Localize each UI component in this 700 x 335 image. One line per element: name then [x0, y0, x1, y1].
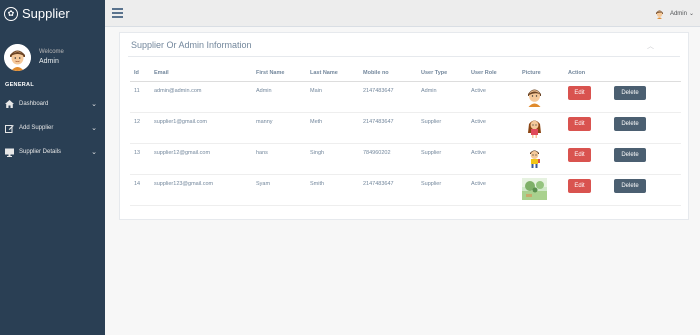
cell-last-name: Main [306, 81, 359, 113]
boy-avatar [528, 89, 541, 107]
profile-name: Admin [39, 58, 59, 65]
cell-first-name: Admin [252, 81, 306, 113]
edit-icon [5, 124, 14, 133]
sidebar-item-label: Add Supplier [19, 125, 54, 131]
profile: Welcome Admin [0, 36, 105, 78]
delete-button[interactable]: Delete [614, 116, 646, 131]
cell-mobile: 784960202 [359, 143, 417, 175]
cell-user-role: Active [467, 81, 518, 113]
cell-action-edit: Edit [564, 112, 610, 144]
delete-button[interactable]: Delete [614, 147, 646, 162]
edit-button[interactable]: Edit [568, 85, 591, 100]
cell-action-delete: Delete [610, 81, 681, 113]
landscape-photo [522, 177, 547, 200]
chevron-down-icon: ⌄ [91, 101, 97, 108]
desktop-icon [5, 148, 14, 157]
column-header: Email [150, 65, 252, 82]
welcome-text: Welcome [39, 49, 64, 55]
column-header: Mobile no [359, 65, 417, 82]
cell-user-type: Admin [417, 81, 467, 113]
chevron-up-icon[interactable]: ︿ [647, 41, 654, 51]
cell-mobile: 2147483647 [359, 81, 417, 113]
cell-id: 13 [130, 143, 150, 175]
cell-mobile: 2147483647 [359, 174, 417, 206]
table-row: 13 supplier12@gmail.com hans Singh 78496… [130, 143, 681, 175]
cell-action-edit: Edit [564, 174, 610, 206]
brand-title: Supplier [22, 6, 70, 21]
sidebar-item-label: Dashboard [19, 101, 49, 107]
sidebar-item-supplier-details[interactable]: Supplier Details ⌄ [0, 140, 105, 164]
section-label-general: GENERAL [5, 82, 34, 88]
cell-picture [518, 174, 564, 206]
table-row: 11 admin@admin.com Admin Main 2147483647… [130, 81, 681, 113]
divider [128, 56, 680, 57]
sidebar-item-dashboard[interactable]: Dashboard ⌄ [0, 92, 105, 116]
column-header: Last Name [306, 65, 359, 82]
cell-id: 14 [130, 174, 150, 206]
cell-action-delete: Delete [610, 174, 681, 206]
edit-button[interactable]: Edit [568, 178, 591, 193]
table-row: 12 supplier1@gmail.com mannу Meth 214748… [130, 112, 681, 144]
brand[interactable]: ✿ Supplier [0, 0, 105, 27]
cell-user-type: Supplier [417, 143, 467, 175]
cell-action-delete: Delete [610, 112, 681, 144]
table-row: 14 supplier123@gmail.com Syam Smith 2147… [130, 174, 681, 206]
column-header: User Type [417, 65, 467, 82]
delete-button[interactable]: Delete [614, 85, 646, 100]
cell-action-delete: Delete [610, 143, 681, 175]
cell-last-name: Smith [306, 174, 359, 206]
edit-button[interactable]: Edit [568, 147, 591, 162]
cell-email: supplier1@gmail.com [150, 112, 252, 144]
sidebar-item-add-supplier[interactable]: Add Supplier ⌄ [0, 116, 105, 140]
column-header: Id [130, 65, 150, 82]
cell-user-role: Active [467, 143, 518, 175]
supplier-table: Id Email First Name Last Name Mobile no … [130, 65, 681, 206]
cell-mobile: 2147483647 [359, 112, 417, 144]
paw-icon: ✿ [4, 6, 18, 21]
cell-action-edit: Edit [564, 143, 610, 175]
delete-button[interactable]: Delete [614, 178, 646, 193]
chevron-down-icon: ⌄ [688, 11, 694, 17]
cell-user-role: Active [467, 174, 518, 206]
avatar [4, 43, 31, 71]
user-menu[interactable]: Admin ⌄ [654, 8, 694, 19]
info-panel: Supplier Or Admin Information ︿ Id Email… [119, 32, 689, 220]
cell-user-type: Supplier [417, 174, 467, 206]
chevron-down-icon: ⌄ [91, 125, 97, 132]
user-menu-label: Admin [669, 10, 687, 17]
column-header: Action [564, 65, 610, 82]
cell-first-name: mannу [252, 112, 306, 144]
cell-user-role: Active [467, 112, 518, 144]
menu-toggle-icon[interactable] [112, 8, 123, 18]
sidebar-item-label: Supplier Details [19, 149, 62, 155]
column-header [610, 65, 681, 82]
cell-action-edit: Edit [564, 81, 610, 113]
sidebar: ✿ Supplier Welcome Admin GENERAL Dashboa… [0, 0, 105, 335]
cell-first-name: hans [252, 143, 306, 175]
panel-title: Supplier Or Admin Information [131, 40, 252, 50]
column-header: User Role [467, 65, 518, 82]
cell-email: admin@admin.com [150, 81, 252, 113]
table-header-row: Id Email First Name Last Name Mobile no … [130, 65, 681, 82]
column-header: First Name [252, 65, 306, 82]
edit-button[interactable]: Edit [568, 116, 591, 131]
cell-id: 11 [130, 81, 150, 113]
cell-email: supplier123@gmail.com [150, 174, 252, 206]
kid-avatar [530, 150, 540, 168]
chevron-down-icon: ⌄ [91, 149, 97, 156]
cell-picture [518, 81, 564, 113]
cell-picture [518, 143, 564, 175]
avatar [654, 8, 665, 19]
cell-user-type: Supplier [417, 112, 467, 144]
cell-last-name: Singh [306, 143, 359, 175]
top-navbar: Admin ⌄ [105, 0, 700, 27]
home-icon [5, 100, 14, 109]
cell-picture [518, 112, 564, 144]
cell-last-name: Meth [306, 112, 359, 144]
cell-email: supplier12@gmail.com [150, 143, 252, 175]
cell-first-name: Syam [252, 174, 306, 206]
cell-id: 12 [130, 112, 150, 144]
column-header: Picture [518, 65, 564, 82]
girl-avatar [528, 120, 541, 138]
